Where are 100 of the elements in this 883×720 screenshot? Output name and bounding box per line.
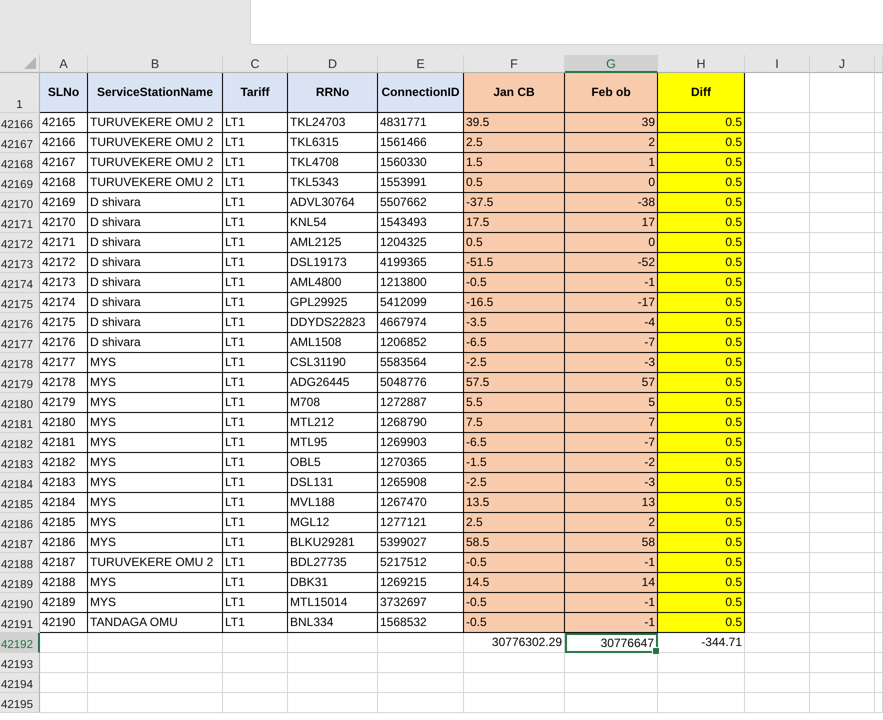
empty-cell[interactable] bbox=[875, 113, 883, 133]
row-header[interactable]: 42192 bbox=[0, 633, 40, 653]
empty-cell[interactable] bbox=[810, 233, 875, 253]
empty-cell[interactable] bbox=[565, 673, 658, 693]
empty-cell[interactable] bbox=[875, 433, 883, 453]
row-header[interactable]: 42186 bbox=[0, 513, 40, 533]
empty-cell[interactable] bbox=[875, 353, 883, 373]
empty-cell[interactable] bbox=[810, 553, 875, 573]
row-header[interactable]: 42195 bbox=[0, 693, 40, 713]
column-header[interactable]: G bbox=[565, 55, 658, 73]
empty-cell[interactable] bbox=[875, 633, 883, 653]
empty-cell[interactable] bbox=[810, 193, 875, 213]
empty-cell[interactable] bbox=[658, 653, 745, 673]
empty-cell[interactable] bbox=[810, 393, 875, 413]
empty-cell[interactable] bbox=[745, 633, 810, 653]
empty-cell[interactable] bbox=[745, 673, 810, 693]
empty-cell[interactable] bbox=[810, 493, 875, 513]
row-header[interactable]: 42189 bbox=[0, 573, 40, 593]
empty-cell[interactable] bbox=[875, 233, 883, 253]
empty-cell[interactable] bbox=[875, 133, 883, 153]
empty-cell[interactable] bbox=[875, 273, 883, 293]
empty-cell[interactable] bbox=[378, 633, 464, 653]
row-header[interactable]: 42184 bbox=[0, 473, 40, 493]
row-header[interactable]: 42174 bbox=[0, 273, 40, 293]
row-header[interactable]: 1 bbox=[0, 73, 40, 113]
row-header[interactable]: 42167 bbox=[0, 133, 40, 153]
empty-cell[interactable] bbox=[464, 653, 565, 673]
empty-cell[interactable] bbox=[810, 173, 875, 193]
row-header[interactable]: 42168 bbox=[0, 153, 40, 173]
row-header[interactable]: 42171 bbox=[0, 213, 40, 233]
empty-cell[interactable] bbox=[745, 693, 810, 713]
row-header[interactable]: 42185 bbox=[0, 493, 40, 513]
row-header[interactable]: 42177 bbox=[0, 333, 40, 353]
row-header[interactable]: 42169 bbox=[0, 173, 40, 193]
empty-cell[interactable] bbox=[810, 213, 875, 233]
empty-cell[interactable] bbox=[875, 673, 883, 693]
column-header[interactable]: J bbox=[810, 55, 875, 73]
empty-cell[interactable] bbox=[378, 693, 464, 713]
row-header[interactable]: 42182 bbox=[0, 433, 40, 453]
row-header[interactable]: 42190 bbox=[0, 593, 40, 613]
empty-cell[interactable] bbox=[810, 613, 875, 633]
empty-cell[interactable] bbox=[875, 173, 883, 193]
row-header[interactable]: 42194 bbox=[0, 673, 40, 693]
empty-cell[interactable] bbox=[88, 653, 223, 673]
empty-cell[interactable] bbox=[378, 653, 464, 673]
empty-cell[interactable] bbox=[565, 693, 658, 713]
empty-cell[interactable] bbox=[288, 633, 378, 653]
empty-cell[interactable] bbox=[810, 453, 875, 473]
empty-cell[interactable] bbox=[88, 633, 223, 653]
empty-cell[interactable] bbox=[745, 653, 810, 673]
empty-cell[interactable] bbox=[810, 293, 875, 313]
empty-cell[interactable] bbox=[810, 433, 875, 453]
empty-cell[interactable] bbox=[875, 553, 883, 573]
row-header[interactable]: 42179 bbox=[0, 373, 40, 393]
empty-cell[interactable] bbox=[875, 613, 883, 633]
empty-cell[interactable] bbox=[810, 573, 875, 593]
select-all-icon[interactable] bbox=[24, 57, 36, 69]
empty-cell[interactable] bbox=[810, 473, 875, 493]
row-header[interactable]: 42183 bbox=[0, 453, 40, 473]
empty-cell[interactable] bbox=[875, 213, 883, 233]
empty-cell[interactable] bbox=[223, 693, 288, 713]
empty-cell[interactable] bbox=[378, 673, 464, 693]
empty-cell[interactable] bbox=[875, 693, 883, 713]
empty-cell[interactable] bbox=[810, 333, 875, 353]
empty-cell[interactable] bbox=[464, 693, 565, 713]
row-header[interactable]: 42175 bbox=[0, 293, 40, 313]
empty-cell[interactable] bbox=[810, 593, 875, 613]
row-header[interactable]: 42180 bbox=[0, 393, 40, 413]
empty-cell[interactable] bbox=[464, 673, 565, 693]
empty-cell[interactable] bbox=[810, 673, 875, 693]
row-header[interactable]: 42176 bbox=[0, 313, 40, 333]
empty-cell[interactable] bbox=[810, 633, 875, 653]
row-header[interactable]: 42181 bbox=[0, 413, 40, 433]
empty-cell[interactable] bbox=[810, 533, 875, 553]
empty-cell[interactable] bbox=[875, 653, 883, 673]
empty-cell[interactable] bbox=[875, 313, 883, 333]
empty-cell[interactable] bbox=[810, 133, 875, 153]
row-header[interactable]: 42193 bbox=[0, 653, 40, 673]
empty-cell[interactable] bbox=[810, 413, 875, 433]
empty-cell[interactable] bbox=[810, 653, 875, 673]
empty-cell[interactable] bbox=[658, 673, 745, 693]
empty-cell[interactable] bbox=[810, 513, 875, 533]
row-header[interactable]: 42191 bbox=[0, 613, 40, 633]
empty-cell[interactable] bbox=[810, 373, 875, 393]
empty-cell[interactable] bbox=[810, 73, 875, 113]
empty-cell[interactable] bbox=[875, 533, 883, 553]
empty-cell[interactable] bbox=[875, 373, 883, 393]
empty-cell[interactable] bbox=[875, 473, 883, 493]
empty-cell[interactable] bbox=[875, 593, 883, 613]
empty-cell[interactable] bbox=[875, 153, 883, 173]
column-header[interactable]: I bbox=[745, 55, 810, 73]
empty-cell[interactable] bbox=[810, 113, 875, 133]
empty-cell[interactable] bbox=[565, 653, 658, 673]
empty-cell[interactable] bbox=[288, 673, 378, 693]
empty-cell[interactable] bbox=[810, 253, 875, 273]
empty-cell[interactable] bbox=[223, 653, 288, 673]
row-header[interactable]: 42178 bbox=[0, 353, 40, 373]
empty-cell[interactable] bbox=[288, 653, 378, 673]
row-header[interactable]: 42188 bbox=[0, 553, 40, 573]
empty-cell[interactable] bbox=[658, 693, 745, 713]
